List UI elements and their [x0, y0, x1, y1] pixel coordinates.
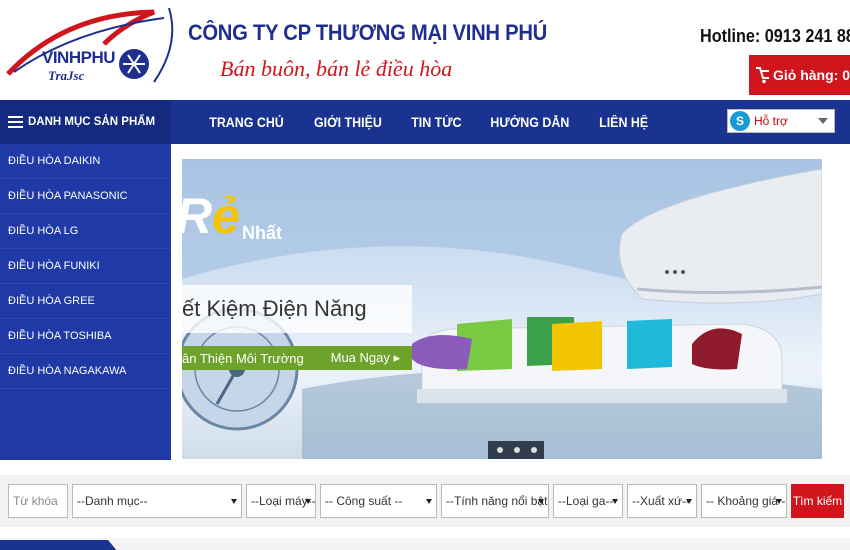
banner-env-text: ân Thiện Môi Trường: [182, 350, 304, 366]
buy-now-button[interactable]: Mua Ngay ▸: [331, 350, 412, 366]
banner-headline: Rẻ: [182, 188, 240, 244]
dropdown-arrow-icon: [231, 499, 237, 504]
banner-tagline-text: ết Kiệm Điện Năng: [182, 296, 367, 321]
nav-link-about[interactable]: GIỚI THIỆU: [314, 115, 382, 130]
origin-select[interactable]: --Xuất xứ--: [627, 484, 697, 518]
feature-select-value: --Tính năng nổi bật--: [446, 494, 549, 508]
dropdown-arrow-icon: [305, 499, 311, 504]
dropdown-arrow-icon: [426, 499, 432, 504]
sidebar-item-toshiba[interactable]: ĐIỀU HÒA TOSHIBA: [0, 319, 171, 354]
dropdown-arrow-icon: [612, 499, 618, 504]
cart-label: Giỏ hàng: 0: [773, 67, 850, 83]
cart-button[interactable]: Giỏ hàng: 0: [749, 55, 850, 95]
dropdown-arrow-icon: [686, 499, 692, 504]
nav-link-news[interactable]: TIN TỨC: [411, 115, 461, 130]
support-label: Hỗ trợ: [754, 114, 788, 128]
machine-type-select[interactable]: --Loại máy--: [246, 484, 316, 518]
dropdown-arrow-icon: [776, 499, 782, 504]
sidebar-item-panasonic[interactable]: ĐIỀU HÒA PANASONIC: [0, 179, 171, 214]
shopping-cart-icon: [756, 67, 769, 84]
price-range-select[interactable]: -- Khoảng giá --: [701, 484, 787, 518]
nav-menu: TRANG CHỦ GIỚI THIỆU TIN TỨC HƯỚNG DẪN L…: [194, 100, 662, 144]
dropdown-arrow-icon: [538, 499, 544, 504]
hotline: Hotline: 0913 241 884: [700, 26, 850, 46]
company-name: CÔNG TY CP THƯƠNG MẠI VINH PHÚ: [188, 20, 548, 45]
search-button[interactable]: Tìm kiếm: [791, 484, 844, 518]
slogan: Bán buôn, bán lẻ điều hòa: [220, 56, 453, 81]
banner-tagline: ết Kiệm Điện Năng: [182, 285, 412, 333]
gas-type-select-value: --Loại ga--: [558, 494, 614, 508]
sidebar-item-gree[interactable]: ĐIỀU HÒA GREE: [0, 284, 171, 319]
banner-cta-bar: ân Thiện Môi Trường Mua Ngay ▸: [182, 346, 412, 370]
logo-subtext: TraJsc: [48, 68, 85, 83]
support-dropdown[interactable]: S Hỗ trợ: [727, 109, 835, 133]
nav-link-home[interactable]: TRANG CHỦ: [209, 115, 284, 130]
category-menu-toggle[interactable]: DANH MỤC SẢN PHẨM: [0, 100, 171, 144]
capacity-select-value: -- Công suất --: [325, 494, 403, 508]
section-tab-arrow: [108, 540, 118, 550]
keyword-input[interactable]: Từ khóa: [8, 484, 68, 518]
category-heading: DANH MỤC SẢN PHẨM: [28, 116, 156, 128]
logo-text: VINHPHU: [42, 48, 116, 67]
sidebar-item-funiki[interactable]: ĐIỀU HÒA FUNIKI: [0, 249, 171, 284]
category-select-value: --Danh mục--: [77, 494, 148, 508]
main-nav: DANH MỤC SẢN PHẨM TRANG CHỦ GIỚI THIỆU T…: [0, 100, 850, 144]
promo-banner[interactable]: Rẻ Nhất ết Kiệm Điện Năng ân Thiện Môi T…: [182, 159, 822, 459]
gas-type-select[interactable]: --Loại ga--: [553, 484, 623, 518]
price-range-select-value: -- Khoảng giá --: [706, 494, 787, 508]
skype-icon: S: [730, 111, 750, 131]
nav-link-contact[interactable]: LIÊN HỆ: [599, 115, 648, 130]
hamburger-icon: [8, 116, 23, 128]
category-sidebar: ĐIỀU HÒA DAIKIN ĐIỀU HÒA PANASONIC ĐIỀU …: [0, 144, 171, 460]
sidebar-item-lg[interactable]: ĐIỀU HÒA LG: [0, 214, 171, 249]
feature-select[interactable]: --Tính năng nổi bật--: [441, 484, 549, 518]
sidebar-item-daikin[interactable]: ĐIỀU HÒA DAIKIN: [0, 144, 171, 179]
capacity-select[interactable]: -- Công suất --: [320, 484, 437, 518]
section-tab: [0, 540, 108, 550]
banner-headline-sub: Nhất: [242, 223, 282, 243]
site-header: VINHPHU TraJsc CÔNG TY CP THƯƠNG MẠI VIN…: [0, 0, 850, 100]
section-header-strip: [0, 538, 850, 550]
site-logo[interactable]: VINHPHU TraJsc: [4, 4, 176, 90]
nav-link-guide[interactable]: HƯỚNG DẪN: [491, 115, 570, 130]
logo-swoosh-icon: [6, 7, 174, 83]
category-select[interactable]: --Danh mục--: [72, 484, 242, 518]
chevron-down-icon: [818, 118, 828, 124]
origin-select-value: --Xuất xứ--: [632, 494, 691, 508]
sidebar-item-nagakawa[interactable]: ĐIỀU HÒA NAGAKAWA: [0, 354, 171, 389]
product-filter-bar: Từ khóa --Danh mục-- --Loại máy-- -- Côn…: [0, 475, 850, 527]
